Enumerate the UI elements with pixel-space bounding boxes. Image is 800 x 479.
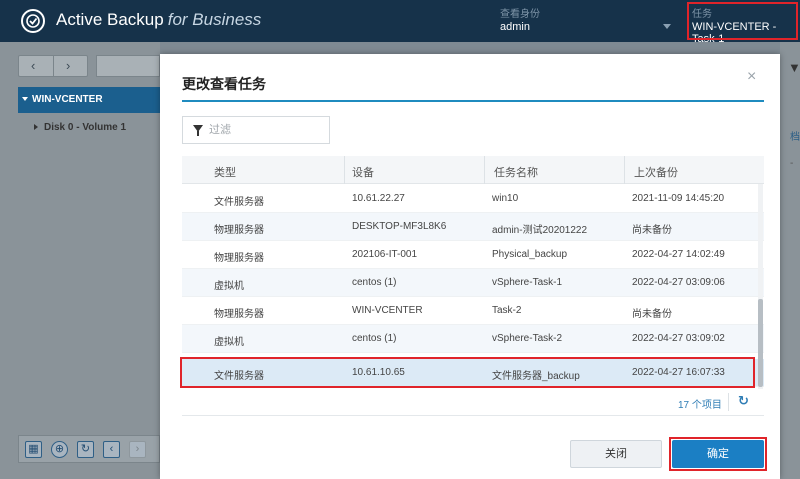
item-count: 17 个项目	[678, 400, 722, 411]
title-underline	[182, 100, 764, 102]
chevron-left-icon[interactable]: ‹	[103, 441, 120, 458]
view-as-label: 查看身份	[500, 9, 540, 20]
dialog-title: 更改查看任务	[182, 76, 266, 92]
cell-last-backup: 2021-11-09 14:45:20	[632, 193, 725, 204]
table-row[interactable]: 物理服务器 DESKTOP-MF3L8K6 admin-测试20201222 尚…	[182, 213, 764, 241]
caret-right-icon[interactable]	[34, 124, 38, 130]
table-row[interactable]: 文件服务器 10.61.22.27 win10 2021-11-09 14:45…	[182, 185, 764, 213]
tree-item-child[interactable]: Disk 0 - Volume 1	[34, 122, 126, 133]
column-header-type[interactable]: 类型	[214, 164, 236, 180]
filter-input[interactable]	[209, 121, 325, 139]
column-divider	[344, 156, 345, 184]
app-title-main: Active Backup	[56, 10, 164, 29]
filter-box	[182, 116, 330, 144]
main-panel-text: -	[790, 158, 794, 169]
cell-task-name: vSphere-Task-1	[492, 277, 563, 288]
footer-divider	[728, 393, 729, 411]
nav-next-button[interactable]: ›	[66, 58, 70, 73]
cell-last-backup: 2022-04-27 03:09:02	[632, 333, 725, 344]
target-icon[interactable]: ⊕	[51, 441, 68, 458]
chevron-down-icon[interactable]	[663, 24, 671, 29]
cell-type: 虚拟机	[214, 337, 244, 348]
app-title-sub: for Business	[167, 10, 262, 29]
cell-type: 物理服务器	[214, 253, 264, 264]
refresh-icon[interactable]: ↻	[738, 393, 749, 409]
cell-task-name: admin-测试20201222	[492, 225, 588, 236]
tree-item-selected[interactable]: WIN-VCENTER	[18, 87, 160, 113]
app-title: Active Backup for Business	[56, 10, 261, 30]
cell-type: 物理服务器	[214, 225, 264, 236]
cell-last-backup: 尚未备份	[632, 225, 672, 236]
sidebar-search-input[interactable]	[96, 55, 160, 77]
cell-task-name: win10	[492, 193, 519, 204]
change-task-dialog: 更改查看任务 × 类型 设备 任务名称 上次备份 文件服务器 10.61.22.…	[160, 54, 780, 479]
chevron-right-icon[interactable]: ›	[129, 441, 146, 458]
cell-last-backup: 2022-04-27 03:09:06	[632, 277, 725, 288]
table-row[interactable]: 物理服务器 202106-IT-001 Physical_backup 2022…	[182, 241, 764, 269]
app-header: Active Backup for Business 查看身份 admin 任务 …	[0, 0, 800, 45]
bottom-toolbar: ▦ ⊕ ↻ ‹ ›	[18, 435, 160, 463]
cell-type: 文件服务器	[214, 197, 264, 208]
calendar-icon[interactable]: ▦	[25, 441, 42, 458]
main-panel-link[interactable]: 档	[790, 128, 800, 143]
app-logo-icon	[21, 9, 45, 33]
nav-prev-button[interactable]: ‹	[31, 58, 35, 73]
cell-device: centos (1)	[352, 333, 397, 344]
column-header-device[interactable]: 设备	[352, 164, 374, 180]
filter-icon-stem	[197, 131, 199, 136]
table-header: 类型 设备 任务名称 上次备份	[182, 156, 764, 184]
view-as-select[interactable]: admin	[500, 21, 530, 33]
column-header-task-name[interactable]: 任务名称	[494, 164, 538, 180]
filter-funnel-icon[interactable]: ▼	[788, 60, 800, 75]
table-row[interactable]: 虚拟机 centos (1) vSphere-Task-2 2022-04-27…	[182, 325, 764, 353]
table-scrollbar[interactable]	[758, 184, 763, 389]
tree-item-label: WIN-VCENTER	[32, 94, 103, 105]
cell-device: centos (1)	[352, 277, 397, 288]
caret-down-icon[interactable]	[22, 97, 28, 101]
footer-line	[182, 415, 764, 416]
table-row[interactable]: 虚拟机 centos (1) vSphere-Task-1 2022-04-27…	[182, 269, 764, 297]
column-header-last-backup[interactable]: 上次备份	[634, 164, 678, 180]
cell-device: WIN-VCENTER	[352, 305, 423, 316]
table-row[interactable]: 物理服务器 WIN-VCENTER Task-2 尚未备份	[182, 297, 764, 325]
task-table: 类型 设备 任务名称 上次备份 文件服务器 10.61.22.27 win10 …	[182, 156, 764, 388]
cell-device: 202106-IT-001	[352, 249, 418, 260]
close-button[interactable]: 关闭	[570, 440, 662, 468]
nav-button-group: ‹ ›	[18, 55, 88, 77]
cell-last-backup: 尚未备份	[632, 309, 672, 320]
refresh-icon[interactable]: ↻	[77, 441, 94, 458]
column-divider	[624, 156, 625, 184]
cell-task-name: Task-2	[492, 305, 522, 316]
tree-child-label: Disk 0 - Volume 1	[44, 122, 127, 133]
cell-device: DESKTOP-MF3L8K6	[352, 221, 447, 232]
task-select-highlight	[687, 2, 798, 40]
cell-type: 物理服务器	[214, 309, 264, 320]
cell-task-name: Physical_backup	[492, 249, 568, 260]
cell-task-name: vSphere-Task-2	[492, 333, 563, 344]
ok-button-highlight	[669, 437, 767, 471]
main-panel-edge	[780, 42, 800, 479]
column-divider	[484, 156, 485, 184]
cell-last-backup: 2022-04-27 14:02:49	[632, 249, 725, 260]
nav-divider	[53, 56, 54, 76]
cell-type: 虚拟机	[214, 281, 244, 292]
scrollbar-thumb[interactable]	[758, 299, 763, 387]
selected-row-highlight	[180, 357, 755, 388]
close-icon[interactable]: ×	[747, 68, 756, 86]
cell-device: 10.61.22.27	[352, 193, 405, 204]
